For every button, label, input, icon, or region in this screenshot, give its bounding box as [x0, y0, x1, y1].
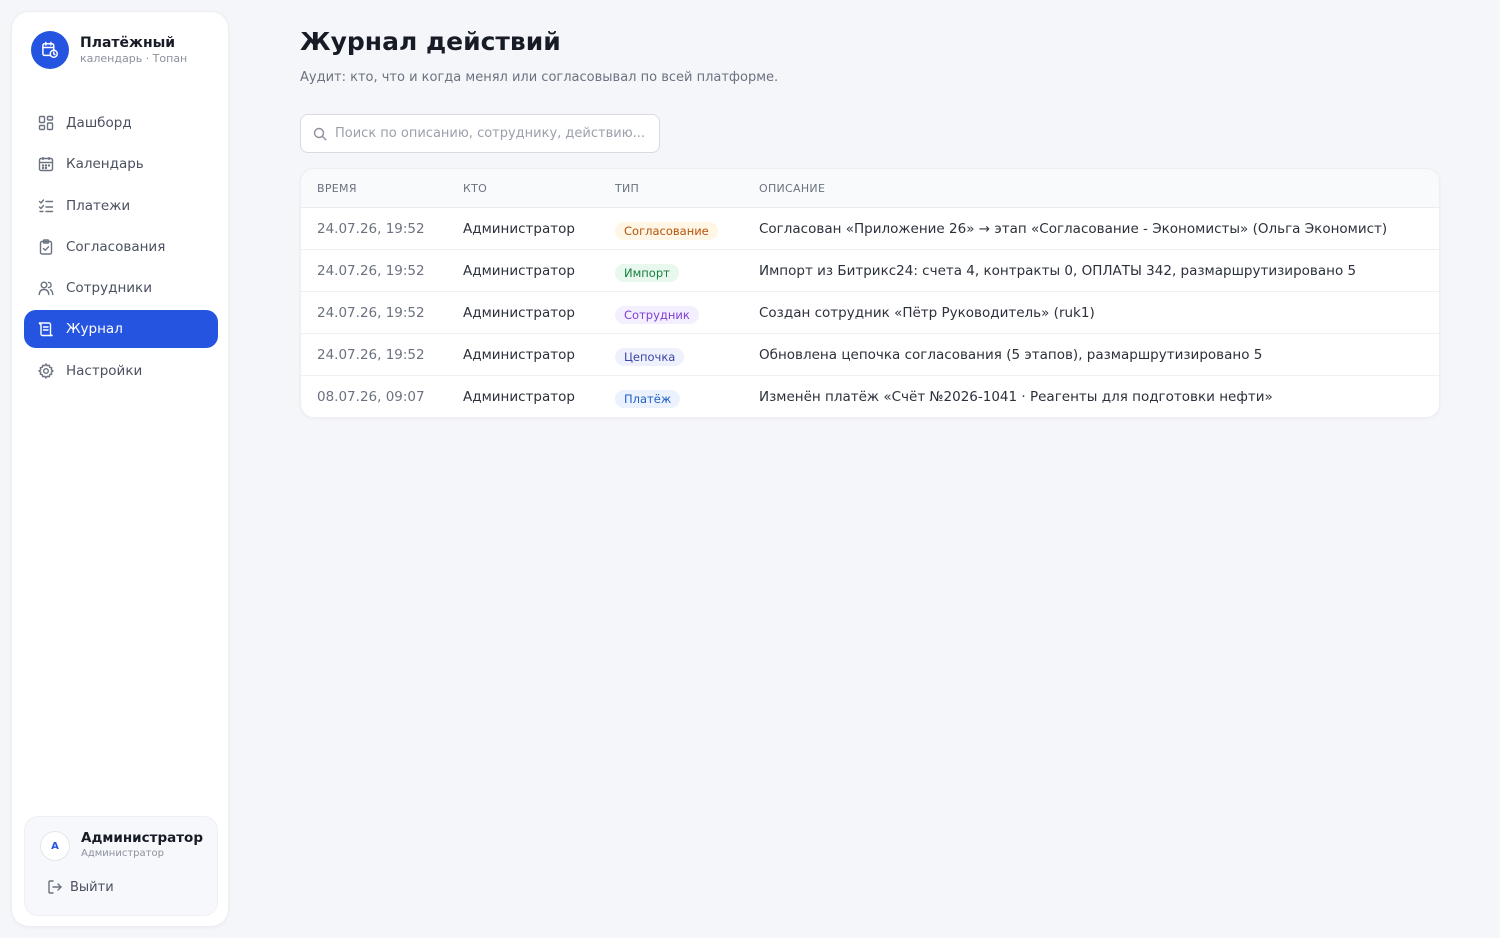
- column-header-type[interactable]: ТИП: [615, 182, 639, 195]
- row-description: Импорт из Битрикс24: счета 4, контракты …: [759, 263, 1357, 279]
- row-who: Администратор: [463, 221, 575, 237]
- calendar-clock-icon: [31, 31, 69, 69]
- row-description: Обновлена цепочка согласования (5 этапов…: [759, 347, 1263, 363]
- search-icon: [313, 127, 327, 141]
- logout-label: Выйти: [70, 879, 114, 895]
- brand-subtitle: календарь · Топан: [80, 52, 188, 65]
- sidebar-item-approvals[interactable]: Согласования: [24, 228, 218, 266]
- table-row[interactable]: 24.07.26, 19:52 Администратор Импорт Имп…: [301, 250, 1439, 292]
- row-who: Администратор: [463, 347, 575, 363]
- sidebar-item-label: Сотрудники: [66, 280, 152, 297]
- type-badge: Сотрудник: [615, 306, 699, 324]
- row-description: Согласован «Приложение 26» → этап «Согла…: [759, 221, 1388, 237]
- audit-log-table: ВРЕМЯ КТО ТИП ОПИСАНИЕ 24.07.26, 19:52 А…: [300, 168, 1440, 418]
- row-time: 24.07.26, 19:52: [317, 263, 425, 279]
- sidebar-item-label: Дашборд: [66, 115, 132, 131]
- sidebar-item-label: Согласования: [66, 238, 166, 255]
- sidebar-item-payments[interactable]: Платежи: [24, 187, 218, 225]
- table-row[interactable]: 08.07.26, 09:07 Администратор Платёж Изм…: [301, 376, 1439, 417]
- column-header-time[interactable]: ВРЕМЯ: [317, 182, 357, 195]
- page-subtitle: Аудит: кто, что и когда менял или соглас…: [300, 70, 779, 85]
- sidebar: Платёжный календарь · Топан Дашборд Кале…: [11, 11, 229, 927]
- page-title: Журнал действий: [300, 27, 561, 56]
- table-row[interactable]: 24.07.26, 19:52 Администратор Цепочка Об…: [301, 334, 1439, 376]
- sidebar-item-settings[interactable]: Настройки: [24, 352, 218, 390]
- sidebar-item-dashboard[interactable]: Дашборд: [24, 104, 218, 142]
- brand[interactable]: Платёжный календарь · Топан: [31, 31, 187, 69]
- user-name: Администратор: [81, 830, 203, 846]
- row-who: Администратор: [463, 263, 575, 279]
- calendar-icon: [37, 155, 55, 173]
- search-box: [300, 114, 660, 153]
- column-header-who[interactable]: КТО: [463, 182, 487, 195]
- table-header: ВРЕМЯ КТО ТИП ОПИСАНИЕ: [301, 169, 1439, 208]
- row-who: Администратор: [463, 389, 575, 405]
- row-description: Изменён платёж «Счёт №2026-1041 · Реаген…: [759, 389, 1273, 405]
- sidebar-item-calendar[interactable]: Календарь: [24, 145, 218, 183]
- user-card: А Администратор Администратор Выйти: [24, 816, 218, 916]
- type-badge: Платёж: [615, 390, 681, 408]
- table-row[interactable]: 24.07.26, 19:52 Администратор Согласован…: [301, 208, 1439, 250]
- sidebar-nav: Дашборд Календарь Платежи Согласования С…: [24, 104, 218, 393]
- gear-icon: [37, 362, 55, 380]
- row-time: 24.07.26, 19:52: [317, 347, 425, 363]
- sidebar-item-label: Настройки: [66, 362, 143, 379]
- sidebar-item-employees[interactable]: Сотрудники: [24, 269, 218, 307]
- logout-button[interactable]: Выйти: [47, 879, 114, 895]
- sidebar-item-label: Календарь: [66, 156, 144, 173]
- dashboard-grid-icon: [37, 114, 55, 132]
- sidebar-item-label: Платежи: [66, 197, 131, 214]
- table-row[interactable]: 24.07.26, 19:52 Администратор Сотрудник …: [301, 292, 1439, 334]
- row-description: Создан сотрудник «Пётр Руководитель» (ru…: [759, 305, 1095, 321]
- type-badge: Цепочка: [615, 348, 685, 366]
- type-badge: Согласование: [615, 222, 718, 240]
- logout-icon: [47, 879, 63, 895]
- clipboard-check-icon: [37, 238, 55, 256]
- row-who: Администратор: [463, 305, 575, 321]
- type-badge: Импорт: [615, 264, 679, 282]
- row-time: 24.07.26, 19:52: [317, 305, 425, 321]
- search-input[interactable]: [335, 126, 645, 141]
- column-header-description[interactable]: ОПИСАНИЕ: [759, 182, 825, 195]
- row-time: 24.07.26, 19:52: [317, 221, 425, 237]
- avatar[interactable]: А: [40, 831, 70, 861]
- scroll-log-icon: [37, 320, 55, 338]
- sidebar-item-journal[interactable]: Журнал: [24, 310, 218, 349]
- checklist-icon: [37, 197, 55, 215]
- sidebar-item-label: Журнал: [66, 321, 123, 338]
- brand-title: Платёжный: [80, 35, 176, 51]
- users-icon: [37, 279, 55, 297]
- user-role: Администратор: [81, 848, 164, 859]
- row-time: 08.07.26, 09:07: [317, 389, 425, 405]
